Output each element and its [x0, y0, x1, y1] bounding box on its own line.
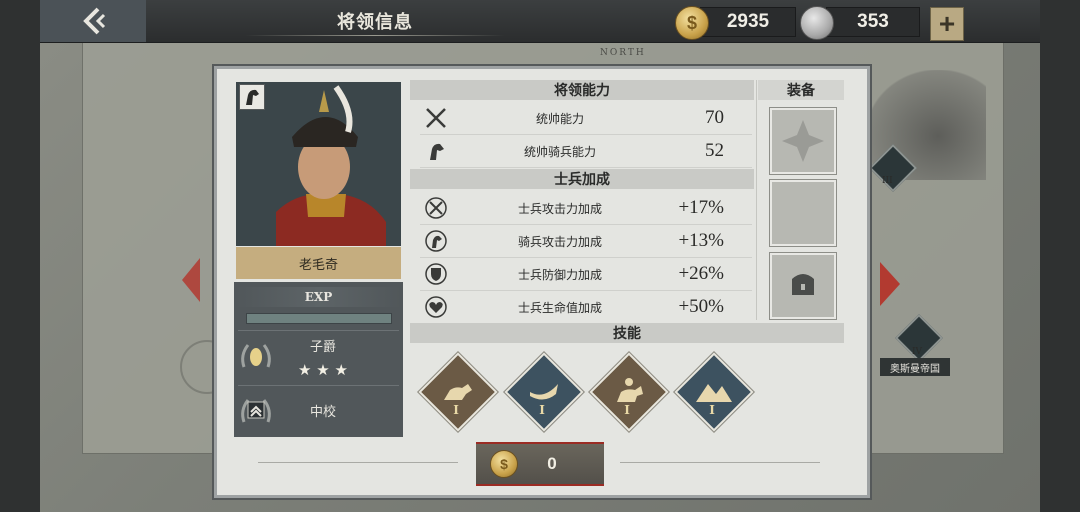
ability-row: 统帅骑兵能力 52: [420, 135, 752, 168]
ability-row: 统帅能力 70: [420, 102, 752, 135]
unit-type-horse-icon: [239, 84, 265, 110]
ability-value: 52: [705, 140, 724, 161]
bonus-value: +17%: [678, 197, 724, 218]
general-name: 老毛奇: [236, 247, 401, 279]
right-frame: [1040, 0, 1080, 512]
skills-header: 技能: [410, 323, 844, 343]
map-next-arrow[interactable]: [880, 262, 900, 306]
medal-icon: [800, 6, 834, 40]
cavalry-bonus-icon: [425, 230, 447, 252]
back-button[interactable]: [40, 0, 146, 42]
crossed-swords-icon: [426, 108, 446, 128]
attack-bonus-icon: [425, 197, 447, 219]
medal-counter: 353: [826, 7, 920, 37]
nobility-title: 子爵: [309, 339, 336, 355]
map-unit-badge-level: IV: [912, 347, 923, 357]
divider: [238, 330, 399, 331]
bonus-label: 士兵防御力加成: [517, 267, 602, 282]
nobility-laurel-icon: [236, 337, 276, 381]
gold-coin-icon: $: [675, 6, 709, 40]
gold-counter: 2935: [700, 7, 796, 37]
defense-bonus-icon: [425, 263, 447, 285]
skill-level: I: [624, 403, 630, 417]
military-rank-icon: [236, 390, 276, 430]
map-region-label[interactable]: 奥斯曼帝国: [880, 358, 950, 376]
map-prev-arrow[interactable]: [182, 258, 200, 302]
bonus-row: 骑兵攻击力加成 +13%: [420, 225, 752, 258]
bonus-value: +26%: [678, 263, 724, 284]
skill-level: I: [453, 403, 459, 417]
rank-stars: ★ ★ ★: [298, 361, 348, 379]
add-resources-button[interactable]: +: [930, 7, 964, 41]
left-frame: [0, 0, 40, 512]
bonus-value: +13%: [678, 230, 724, 251]
upgrade-cost-button[interactable]: $ 0: [476, 442, 604, 486]
equipment-header: 装备: [758, 80, 844, 100]
equipment-divider: [756, 80, 757, 320]
abilities-header: 将领能力: [410, 80, 754, 100]
divider: [238, 385, 399, 386]
gold-coin-icon: $: [490, 450, 518, 478]
chest-icon: [792, 274, 814, 295]
decorative-line: [258, 462, 458, 463]
ability-value: 70: [705, 107, 724, 128]
health-bonus-icon: [425, 296, 447, 318]
title-underline: [245, 35, 505, 36]
bonus-label: 骑兵攻击力加成: [517, 234, 602, 249]
exp-label: EXP: [236, 287, 401, 307]
skill-level: I: [539, 403, 545, 417]
exp-bar: [246, 313, 392, 324]
horse-head-icon: [430, 143, 444, 160]
bonus-row: 士兵生命值加成 +50%: [420, 291, 752, 323]
bonus-label: 士兵攻击力加成: [517, 201, 602, 216]
bonus-row: 士兵防御力加成 +26%: [420, 258, 752, 291]
bonus-row: 士兵攻击力加成 +17%: [420, 192, 752, 225]
bonus-label: 士兵生命值加成: [517, 300, 602, 315]
ability-label: 统帅骑兵能力: [523, 144, 596, 159]
page-title: 将领信息: [337, 12, 413, 33]
decorative-line: [620, 462, 820, 463]
cost-value: 0: [547, 454, 557, 473]
equipment-slot-medal[interactable]: [770, 108, 836, 174]
equipment-slot-empty[interactable]: [770, 180, 836, 246]
military-rank: 中校: [309, 404, 336, 420]
bonus-value: +50%: [678, 296, 724, 317]
map-north-label: NORTH: [600, 48, 646, 58]
skill-level: I: [709, 403, 715, 417]
ability-label: 统帅能力: [535, 111, 584, 126]
map-unit-badge-level: III: [882, 176, 893, 186]
bonuses-header: 士兵加成: [410, 169, 754, 189]
order-star-icon: [782, 120, 824, 162]
chevron-left-icon: [83, 7, 106, 35]
equipment-slot-locked[interactable]: [770, 253, 836, 319]
